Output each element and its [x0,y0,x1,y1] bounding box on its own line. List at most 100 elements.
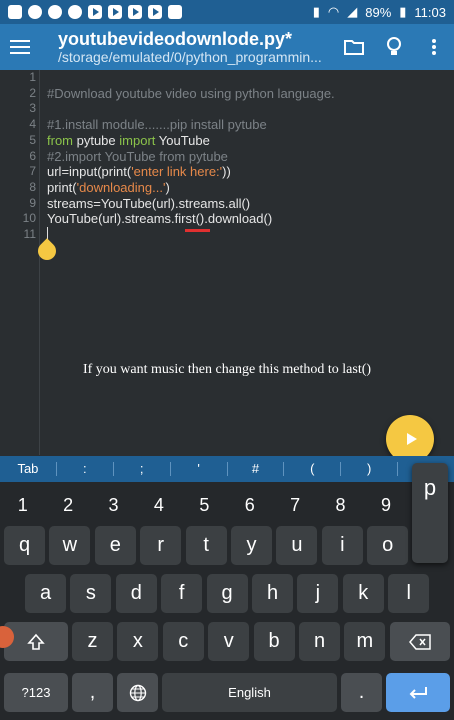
symbol-key[interactable]: Tab [0,462,57,476]
overflow-menu-button[interactable] [414,24,454,70]
key-c[interactable]: c [162,622,204,661]
lightbulb-icon [387,37,401,55]
more-vert-icon [432,39,436,55]
code-editor[interactable]: 1 2 #Download youtube video using python l… [0,70,454,455]
key-z[interactable]: z [72,622,113,661]
shift-key[interactable] [4,622,68,661]
key-j[interactable]: j [297,574,339,613]
code-line: 8 print('downloading...') [0,180,454,196]
globe-icon [129,684,146,701]
code-token: from [47,132,73,148]
key-o[interactable]: o [367,526,409,565]
key-h[interactable]: h [252,574,293,613]
symbol-key[interactable]: # [228,462,285,476]
video-caption: If you want music then change this metho… [82,362,372,377]
number-key[interactable]: 1 [0,488,45,522]
line-number: 9 [29,195,36,210]
keyboard: 1234567890 qwertyuio asdfghjkl zxcvbnm ?123… [0,482,454,720]
code-line: 1 [0,70,454,86]
key-v[interactable]: v [208,622,250,661]
key-g[interactable]: g [206,574,248,613]
key-a[interactable]: a [25,574,66,613]
key-t[interactable]: t [185,526,227,565]
key-q[interactable]: q [4,526,45,565]
youtube-icon [88,5,102,19]
key-w[interactable]: w [49,526,91,565]
menu-button[interactable] [0,24,40,70]
number-key[interactable]: 2 [45,488,90,522]
youtube-icon [148,5,162,19]
code-token: 'enter link here:' [131,164,223,180]
key-i[interactable]: i [321,526,363,565]
key-n[interactable]: n [299,622,340,661]
key-y[interactable]: y [231,526,272,565]
line-number: 7 [29,164,36,179]
key-f[interactable]: f [161,574,203,613]
key-u[interactable]: u [276,526,318,565]
symbol-key[interactable]: ; [114,462,171,476]
calendar-icon [168,5,182,19]
language-key[interactable] [117,673,158,712]
number-row: 1234567890 [0,488,454,522]
line-code: YouTube(url).streams.first().download() [47,211,272,226]
chrome-icon [28,5,42,19]
number-key[interactable]: 9 [363,488,408,522]
code-line: 6 #2.import YouTube from pytube [0,149,454,165]
code-line: 3 [0,101,454,117]
space-key[interactable]: English [162,673,337,712]
symbols-key[interactable]: ?123 [4,673,68,712]
line-number: 1 [29,70,36,84]
app-bar: youtubevideodownlode.py* /storage/emulat… [0,24,454,70]
key-d[interactable]: d [115,574,157,613]
sim-icon: ▮ [312,4,320,19]
code-token: url=input(print( [47,164,132,180]
key-l[interactable]: l [388,574,430,613]
symbol-key[interactable]: ' [171,462,228,476]
backspace-key[interactable] [390,622,450,661]
folder-icon [344,40,364,55]
line-number: 4 [29,117,36,132]
code-token: #1.install module.......pip install pytu… [47,117,267,133]
number-key[interactable]: 4 [136,488,181,522]
key-x[interactable]: x [117,622,159,661]
line-number: 2 [29,85,36,100]
line-code: #2.import YouTube from pytube [47,149,228,164]
symbol-key[interactable]: : [57,462,114,476]
code-token: )) [222,164,231,180]
symbol-bar: Tab:;'#(). [0,456,454,482]
code-line: 4 #1.install module.......pip install pyt… [0,117,454,133]
key-m[interactable]: m [344,622,386,661]
symbol-key[interactable]: ) [341,462,399,476]
key-s[interactable]: s [70,574,112,613]
lightbulb-button[interactable] [374,24,414,70]
comma-key[interactable]: , [72,673,113,712]
number-key[interactable]: 5 [182,488,227,522]
code-token: import [119,132,156,148]
symbol-key[interactable]: ( [284,462,342,476]
line-number: 3 [29,101,36,116]
number-key[interactable]: 8 [318,488,363,522]
enter-key[interactable] [386,673,450,712]
key-r[interactable]: r [140,526,182,565]
code-line: 7 url=input(print('enter link here:')) [0,164,454,180]
clock: 11:03 [414,4,446,20]
signal-icon: ◢ [347,4,358,19]
line-code: url=input(print('enter link here:')) [47,164,231,179]
open-folder-button[interactable] [334,24,374,70]
line-number: 10 [22,211,36,226]
key-k[interactable]: k [342,574,384,613]
number-key[interactable]: 7 [272,488,317,522]
line-code: #Download youtube video using python lan… [47,86,335,101]
file-path: /storage/emulated/0/python_programmin... [58,49,322,66]
code-token: ) [165,179,170,195]
shift-icon [27,633,45,650]
number-key[interactable]: 6 [227,488,272,522]
file-title: youtubevideodownlode.py* [58,28,293,49]
enter-icon [409,686,427,699]
period-key[interactable]: . [341,673,382,712]
line-code: streams=YouTube(url).streams.all() [47,196,250,211]
key-b[interactable]: b [253,622,295,661]
code-line: 9 streams=YouTube(url).streams.all() [0,196,454,212]
key-e[interactable]: e [94,526,136,565]
number-key[interactable]: 3 [91,488,136,522]
